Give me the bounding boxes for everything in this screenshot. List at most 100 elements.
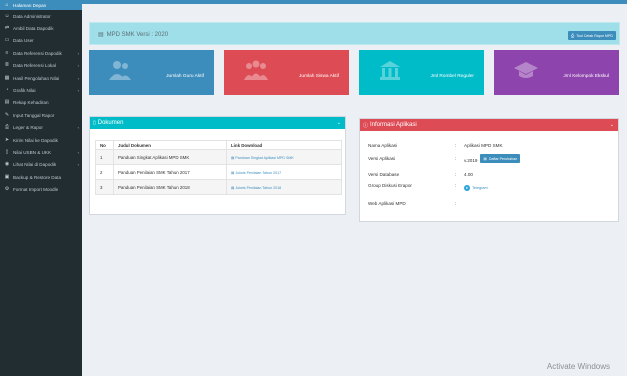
chevron-left-icon: ‹ bbox=[77, 63, 79, 69]
stat-box-guru[interactable]: Jumlah Guru Aktif bbox=[89, 50, 214, 95]
sidebar-item-label: Data Referensi Lokal bbox=[13, 63, 56, 69]
info-label: Web Aplikasi MPD bbox=[368, 201, 406, 206]
chevron-left-icon: ‹ bbox=[77, 75, 79, 81]
daftar-perubahan-button[interactable]: ▤ Daftar Perubahan bbox=[480, 154, 521, 163]
column-header: Judul Dokumen bbox=[113, 140, 227, 150]
chevron-down-icon[interactable]: ⌄ bbox=[337, 120, 341, 126]
row-judul: Panduan Singkat Aplikasi MPD SMK bbox=[113, 149, 227, 165]
sidebar-item-data-referensi-lokal[interactable]: ≣ Data Referensi Lokal ‹ bbox=[0, 60, 82, 72]
sidebar-item-data-administrator[interactable]: ☺ Data Administrator bbox=[0, 10, 82, 22]
stat-box-rombel[interactable]: Jml Rombel Reguler bbox=[359, 50, 484, 95]
list-icon: ≣ bbox=[4, 62, 10, 69]
download-link-text: Panduan Singkat Aplikasi MPD SMK bbox=[235, 155, 294, 160]
stat-label: Jumlah Siswa Aktif bbox=[299, 74, 339, 79]
sidebar-item-hasil-pengolahan-nilai[interactable]: ▦ Hasil Pengolahan Nilai ‹ bbox=[0, 72, 82, 84]
sidebar-item-label: Input Tanggal Rapor bbox=[13, 112, 55, 118]
daftar-perubahan-label: Daftar Perubahan bbox=[488, 156, 518, 161]
stat-label: Jml Rombel Reguler bbox=[430, 74, 474, 79]
main-content: ▤ MPD SMK Versi : 2020 ⎙ Tool Cetak Rapo… bbox=[82, 4, 627, 376]
sidebar-item-label: Leger & Rapor bbox=[13, 125, 43, 131]
download-link[interactable]: ▤ Juknis Penilaian Tahun 2018 bbox=[231, 186, 281, 190]
informasi-panel-header: ⓘ Informasi Aplikasi ⌄ bbox=[360, 119, 618, 131]
table-header-row: No Judul Dokumen Link Download bbox=[95, 140, 342, 150]
informasi-panel: ⓘ Informasi Aplikasi ⌄ Nama Aplikasi : A… bbox=[359, 118, 619, 222]
row-no: 3 bbox=[95, 179, 114, 195]
chevron-left-icon: ‹ bbox=[77, 125, 79, 131]
chevron-down-icon[interactable]: ⌄ bbox=[610, 122, 614, 128]
students-icon bbox=[244, 60, 268, 82]
cetak-rapor-button[interactable]: ⎙ Tool Cetak Rapor MPD bbox=[568, 31, 616, 40]
print-icon: ⎙ bbox=[4, 124, 9, 131]
info-value: 4.00 bbox=[464, 172, 473, 177]
info-label: Group Diskusi Erapor bbox=[368, 183, 412, 188]
sidebar-item-label: Hasil Pengolahan Nilai bbox=[13, 75, 60, 81]
row-link-cell: ▤ Panduan Singkat Aplikasi MPD SMK bbox=[226, 149, 342, 165]
activate-windows-watermark: Activate Windows bbox=[546, 362, 610, 371]
info-colon: : bbox=[455, 183, 457, 188]
version-title-text: MPD SMK Versi : 2020 bbox=[106, 31, 169, 38]
sidebar-item-data-user[interactable]: ▭ Data User bbox=[0, 35, 82, 47]
telegram-icon: ➤ bbox=[464, 185, 470, 191]
user-icon: ☺ bbox=[4, 12, 10, 19]
exchange-icon: ⇄ bbox=[4, 25, 10, 32]
sidebar-item-kirim-nilai[interactable]: ➤ Kirim Nilai ke Dapodik bbox=[0, 134, 82, 146]
sidebar-item-ambil-data-dapodik[interactable]: ⇄ Ambil Data Dapodik bbox=[0, 22, 82, 34]
file-icon: ▤ bbox=[231, 170, 235, 175]
page-title: ▤ MPD SMK Versi : 2020 bbox=[98, 31, 169, 39]
telegram-link[interactable]: ➤ Telegram bbox=[464, 185, 488, 191]
sidebar-item-label: Backup & Restore Data bbox=[13, 174, 62, 180]
file-icon: ▤ bbox=[231, 185, 235, 190]
row-judul: Panduan Penilaian SMK Tahun 2018 bbox=[113, 179, 227, 195]
document-icon: ▤ bbox=[98, 32, 104, 38]
graduation-cap-icon bbox=[514, 60, 538, 82]
cetak-rapor-label: Tool Cetak Rapor MPD bbox=[576, 33, 613, 38]
info-label: Nama Aplikasi bbox=[368, 143, 398, 148]
send-icon: ➤ bbox=[4, 136, 10, 143]
info-value: v.2019 bbox=[464, 158, 478, 163]
sidebar-item-leger-rapor[interactable]: ⎙ Leger & Rapor ‹ bbox=[0, 122, 82, 134]
sidebar-item-label: Format Import Moodle bbox=[13, 187, 59, 193]
sidebar-item-input-tanggal-rapor[interactable]: ✎ Input Tanggal Rapor bbox=[0, 109, 82, 121]
stat-box-siswa[interactable]: Jumlah Siswa Aktif bbox=[224, 50, 349, 95]
stat-label: Jumlah Guru Aktif bbox=[166, 74, 204, 79]
chart-icon: ◔ bbox=[5, 87, 9, 94]
sidebar-item-label: Data Administrator bbox=[13, 13, 51, 19]
sidebar-item-label: Rekap Kehadiran bbox=[13, 100, 49, 106]
gear-icon: ⚙ bbox=[4, 186, 10, 193]
calendar-icon: ▤ bbox=[4, 99, 10, 106]
chevron-left-icon: ‹ bbox=[77, 149, 79, 155]
sidebar-item-grafik-nilai[interactable]: ◔ Grafik Nilai ‹ bbox=[0, 84, 82, 96]
table-row: 3 Panduan Penilaian SMK Tahun 2018 ▤ Jukn… bbox=[95, 179, 342, 195]
building-icon bbox=[379, 60, 401, 82]
sidebar-item-lihat-nilai[interactable]: ◉ Lihat Nilai di Dapodik ‹ bbox=[0, 159, 82, 171]
sidebar-item-rekap-kehadiran[interactable]: ▤ Rekap Kehadiran bbox=[0, 97, 82, 109]
sidebar-item-data-referensi-dapodik[interactable]: ≡ Data Referensi Dapodik ‹ bbox=[0, 47, 82, 59]
download-link-text: Juknis Penilaian Tahun 2017 bbox=[235, 170, 282, 175]
sidebar: ⌂ Halaman Depan ☺ Data Administrator ⇄ A… bbox=[0, 0, 82, 376]
sidebar-item-nilai-usbn-ukk[interactable]: ▯ Nilai USBN & UKK ‹ bbox=[0, 146, 82, 158]
edit-icon: ✎ bbox=[4, 111, 10, 118]
sidebar-item-label: Nilai USBN & UKK bbox=[13, 149, 52, 155]
sidebar-item-halaman-depan[interactable]: ⌂ Halaman Depan bbox=[0, 0, 82, 10]
dokumen-title: Dokumen bbox=[97, 120, 124, 126]
info-icon: ⓘ bbox=[363, 122, 369, 129]
sidebar-item-backup-restore[interactable]: ▣ Backup & Restore Data bbox=[0, 171, 82, 183]
informasi-title: Informasi Aplikasi bbox=[370, 122, 417, 128]
info-colon: : bbox=[455, 143, 457, 148]
info-colon: : bbox=[455, 156, 457, 161]
file-icon: ▯ bbox=[5, 148, 9, 155]
download-link[interactable]: ▤ Juknis Penilaian Tahun 2017 bbox=[231, 171, 281, 175]
info-value: Aplikasi MPD SMK bbox=[464, 143, 503, 148]
dokumen-panel: ▯ Dokumen ⌄ No Judul Dokumen Link Downlo… bbox=[89, 116, 346, 215]
row-no: 2 bbox=[95, 164, 114, 180]
sidebar-item-label: Kirim Nilai ke Dapodik bbox=[13, 137, 58, 143]
sidebar-item-format-import-moodle[interactable]: ⚙ Format Import Moodle bbox=[0, 183, 82, 195]
home-icon: ⌂ bbox=[5, 1, 9, 8]
dokumen-panel-header: ▯ Dokumen ⌄ bbox=[90, 117, 345, 129]
info-value-group: v.2019 ▤ Daftar Perubahan bbox=[464, 154, 521, 163]
row-link-cell: ▤ Juknis Penilaian Tahun 2017 bbox=[226, 164, 342, 180]
download-link[interactable]: ▤ Panduan Singkat Aplikasi MPD SMK bbox=[231, 156, 294, 160]
column-header: No bbox=[95, 140, 114, 150]
stat-box-ekskul[interactable]: Jml Kelompok Ekskul bbox=[494, 50, 619, 95]
version-header: ▤ MPD SMK Versi : 2020 ⎙ Tool Cetak Rapo… bbox=[89, 22, 620, 45]
